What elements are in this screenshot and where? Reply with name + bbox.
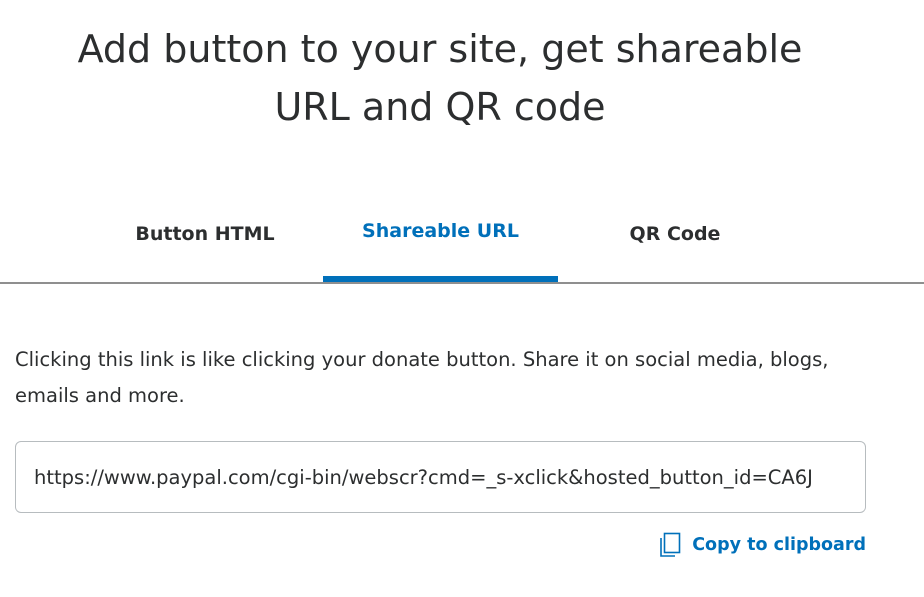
tab-qr-code-label: QR Code [629, 223, 721, 245]
page-title-line2: URL and QR code [274, 85, 606, 129]
copy-to-clipboard-label: Copy to clipboard [692, 535, 866, 555]
page-title: Add button to your site, get shareable U… [0, 20, 880, 136]
tab-button-html[interactable]: Button HTML [110, 196, 300, 282]
shareable-url-field[interactable] [15, 441, 866, 513]
description-text: Clicking this link is like clicking your… [15, 348, 829, 407]
tab-shareable-url-label: Shareable URL [362, 220, 519, 242]
tab-button-html-label: Button HTML [135, 223, 275, 245]
tab-bar: Button HTML Shareable URL QR Code [0, 196, 924, 284]
tab-qr-code[interactable]: QR Code [580, 196, 770, 282]
page-title-line1: Add button to your site, get shareable [77, 27, 803, 71]
tab-shareable-url[interactable]: Shareable URL [323, 196, 558, 282]
copy-icon [658, 532, 682, 558]
share-page: Add button to your site, get shareable U… [0, 0, 924, 597]
active-tab-indicator [323, 276, 558, 282]
copy-to-clipboard-button[interactable]: Copy to clipboard [658, 532, 866, 558]
